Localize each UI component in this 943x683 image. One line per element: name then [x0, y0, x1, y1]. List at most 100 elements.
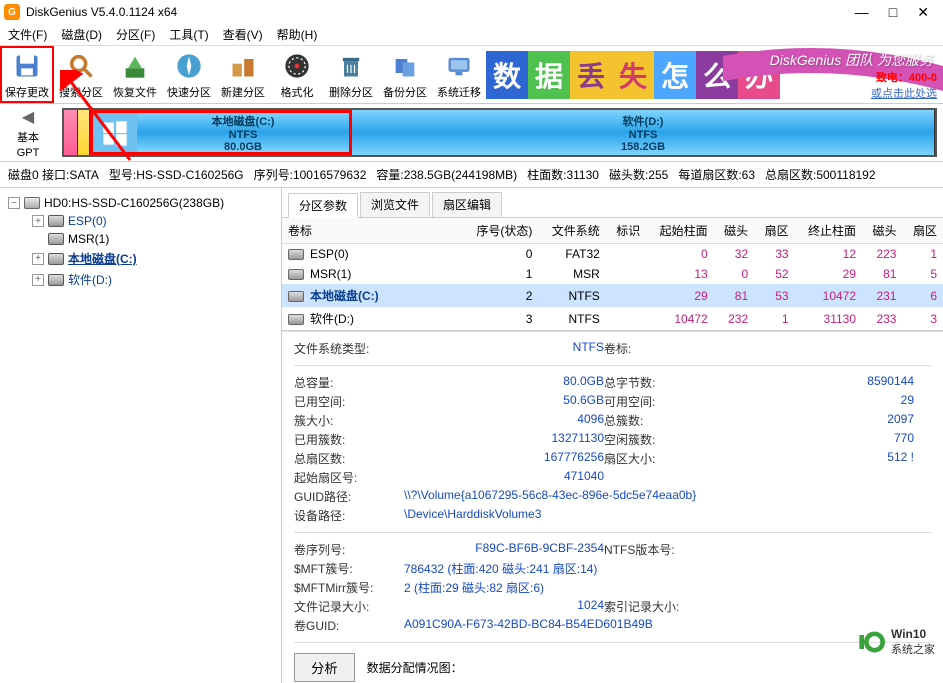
toolbar-label: 备份分区	[383, 84, 427, 100]
tree-item-d[interactable]: + 软件(D:)	[4, 269, 277, 290]
tree-item-esp[interactable]: + ESP(0)	[4, 212, 277, 230]
col-name[interactable]: 卷标	[282, 218, 462, 244]
windows-icon	[93, 113, 137, 152]
toolbar-label: 搜索分区	[59, 84, 103, 100]
tab-sector-edit[interactable]: 扇区编辑	[432, 192, 502, 217]
banner-char: 数	[486, 51, 528, 99]
expand-icon[interactable]: +	[32, 253, 44, 265]
expand-icon[interactable]: +	[32, 274, 44, 286]
menu-tools[interactable]: 工具(T)	[169, 26, 208, 43]
partition-fs: NTFS	[629, 129, 658, 141]
new-icon	[227, 50, 259, 82]
menu-help[interactable]: 帮助(H)	[277, 26, 318, 43]
prop-val	[714, 340, 914, 357]
banner-tel: 致电：400-0	[876, 72, 937, 84]
menu-partition[interactable]: 分区(F)	[116, 26, 155, 43]
toolbar-label: 快速分区	[167, 84, 211, 100]
table-row[interactable]: MSR(1)1MSR1305229815	[282, 264, 943, 284]
disk-tree[interactable]: − HD0:HS-SSD-C160256G(238GB) + ESP(0) MS…	[0, 188, 282, 683]
diskmap-d[interactable]: 软件(D:) NTFS 158.2GB	[352, 110, 935, 155]
toolbar-label: 新建分区	[221, 84, 265, 100]
delete-partition-button[interactable]: 删除分区	[324, 46, 378, 103]
hdd-icon	[24, 197, 40, 209]
col-label[interactable]: 标识	[606, 218, 646, 244]
partition-size: 158.2GB	[621, 141, 665, 153]
col-index[interactable]: 序号(状态)	[462, 218, 538, 244]
allocation-label: 数据分配情况图：	[367, 659, 463, 676]
floppy-icon	[11, 50, 43, 82]
analyze-button[interactable]: 分析	[294, 653, 355, 682]
disk-type-label: 基本	[17, 129, 39, 145]
diskmap-c[interactable]: 本地磁盘(C:) NTFS 80.0GB	[90, 110, 352, 155]
col-endcyl[interactable]: 终止柱面	[795, 218, 862, 244]
diskmap-msr[interactable]	[78, 110, 90, 155]
format-button[interactable]: 格式化	[270, 46, 324, 103]
tab-browse-files[interactable]: 浏览文件	[360, 192, 430, 217]
menu-view[interactable]: 查看(V)	[223, 26, 263, 43]
banner-char: 丢	[570, 51, 612, 99]
col-sector[interactable]: 扇区	[754, 218, 794, 244]
col-head2[interactable]: 磁头	[862, 218, 902, 244]
partition-icon	[48, 215, 64, 227]
backup-partition-button[interactable]: 备份分区	[378, 46, 432, 103]
prev-disk-button[interactable]: ◀	[22, 107, 34, 127]
tree-item-c[interactable]: + 本地磁盘(C:)	[4, 248, 277, 269]
toolbar-label: 恢复文件	[113, 84, 157, 100]
table-row[interactable]: ESP(0)0FAT3203233122231	[282, 244, 943, 265]
table-row[interactable]: 软件(D:)3NTFS104722321311302333	[282, 307, 943, 330]
partition-name: 本地磁盘(C:)	[212, 113, 275, 129]
recover-icon	[119, 50, 151, 82]
toolbar-label: 删除分区	[329, 84, 373, 100]
banner-char: 怎	[654, 51, 696, 99]
banner-char: 失	[612, 51, 654, 99]
toolbar-label: 保存更改	[5, 84, 49, 100]
collapse-icon[interactable]: −	[8, 197, 20, 209]
partition-icon	[48, 253, 64, 265]
magnifier-icon	[65, 50, 97, 82]
close-button[interactable]: ✕	[917, 4, 929, 21]
migrate-icon	[443, 50, 475, 82]
watermark: Win10 系统之家	[857, 627, 935, 657]
diskmap-esp[interactable]	[64, 110, 78, 155]
watermark-icon	[857, 628, 885, 656]
partition-name: 软件(D:)	[623, 113, 664, 129]
col-head[interactable]: 磁头	[714, 218, 754, 244]
prop-key: 卷标:	[604, 340, 714, 357]
quick-partition-button[interactable]: 快速分区	[162, 46, 216, 103]
col-fs[interactable]: 文件系统	[538, 218, 605, 244]
table-row[interactable]: 本地磁盘(C:)2NTFS298153104722316	[282, 284, 943, 307]
expand-icon[interactable]: +	[32, 215, 44, 227]
minimize-button[interactable]: —	[855, 4, 869, 21]
trash-icon	[335, 50, 367, 82]
partition-fs: NTFS	[229, 129, 258, 141]
disk-map[interactable]: 本地磁盘(C:) NTFS 80.0GB 软件(D:) NTFS 158.2GB	[62, 108, 937, 157]
disk-status-line: 磁盘0 接口:SATA 型号:HS-SSD-C160256G 序列号:10016…	[0, 162, 943, 188]
search-partition-button[interactable]: 搜索分区	[54, 46, 108, 103]
new-partition-button[interactable]: 新建分区	[216, 46, 270, 103]
banner-link[interactable]: 或点击此处选	[871, 88, 937, 100]
menu-disk[interactable]: 磁盘(D)	[61, 26, 102, 43]
format-icon	[281, 50, 313, 82]
maximize-button[interactable]: □	[889, 4, 897, 21]
system-migrate-button[interactable]: 系统迁移	[432, 46, 486, 103]
tab-partition-params[interactable]: 分区参数	[288, 193, 358, 218]
banner[interactable]: 数 据 丢 失 怎 么 办 DiskGenius 团队 为您服务 致电：400-…	[486, 46, 943, 103]
app-icon: G	[4, 4, 20, 20]
window-title: DiskGenius V5.4.0.1124 x64	[26, 5, 855, 19]
prop-key: 文件系统类型:	[294, 340, 404, 357]
toolbar-label: 格式化	[281, 84, 314, 100]
partition-icon	[48, 274, 64, 286]
menu-file[interactable]: 文件(F)	[8, 26, 47, 43]
backup-icon	[389, 50, 421, 82]
volume-table[interactable]: 卷标 序号(状态) 文件系统 标识 起始柱面 磁头 扇区 终止柱面 磁头 扇区 …	[282, 218, 943, 330]
col-startcyl[interactable]: 起始柱面	[646, 218, 713, 244]
tree-item-msr[interactable]: MSR(1)	[4, 230, 277, 248]
quick-icon	[173, 50, 205, 82]
tree-root[interactable]: − HD0:HS-SSD-C160256G(238GB)	[4, 194, 277, 212]
disk-scheme-label: GPT	[17, 147, 40, 159]
banner-char: 据	[528, 51, 570, 99]
partition-size: 80.0GB	[224, 141, 262, 153]
save-button[interactable]: 保存更改	[0, 46, 54, 103]
col-sector2[interactable]: 扇区	[902, 218, 943, 244]
recover-files-button[interactable]: 恢复文件	[108, 46, 162, 103]
